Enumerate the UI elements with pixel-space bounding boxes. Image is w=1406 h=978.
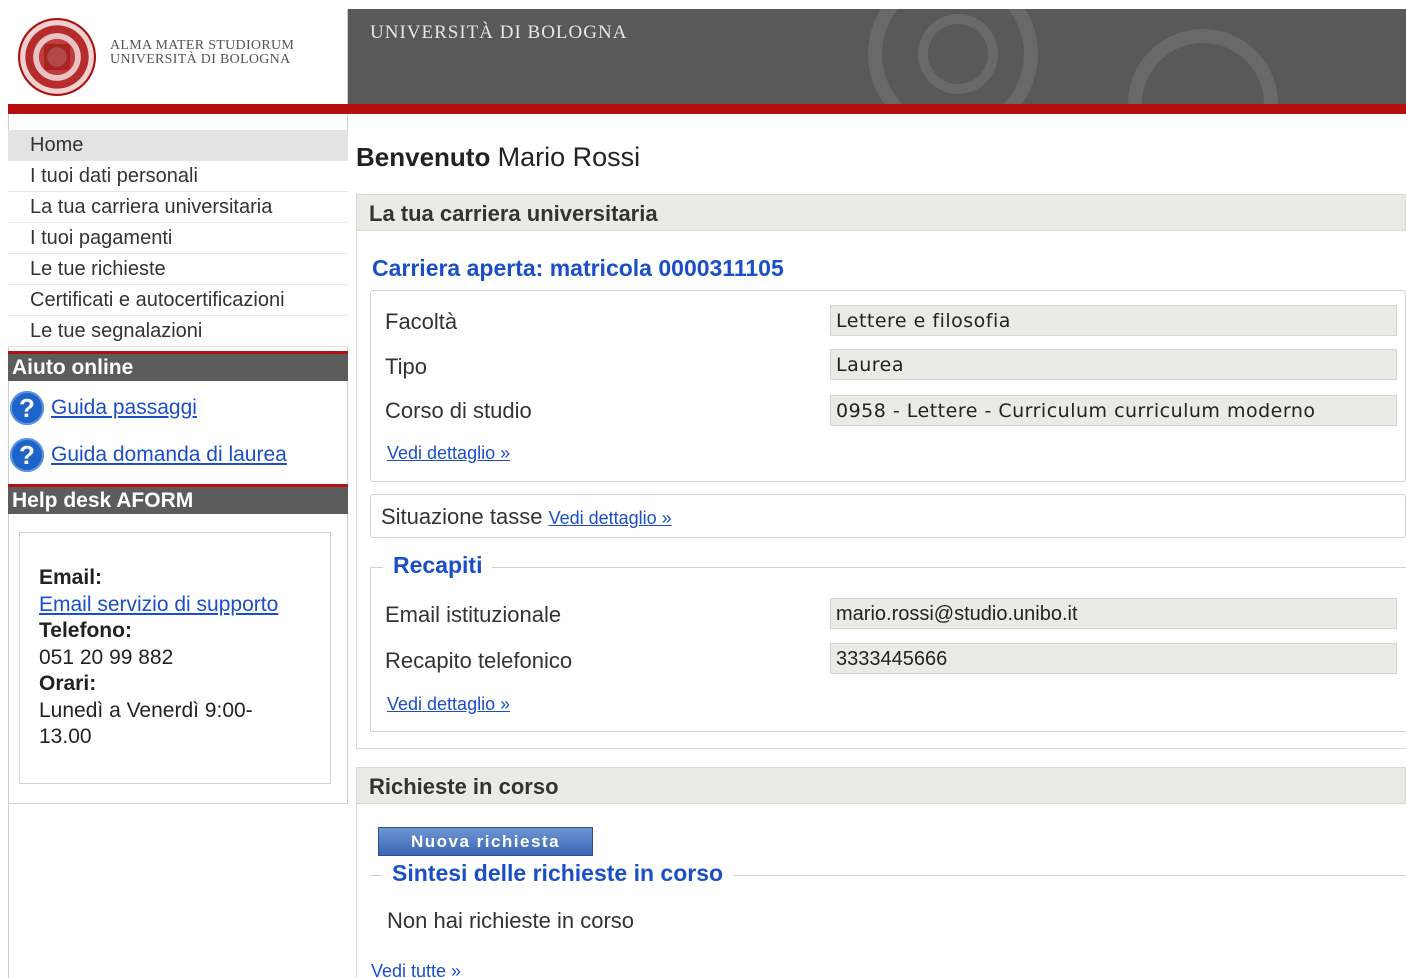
institutional-email-value: mario.rossi@studio.unibo.it — [830, 598, 1397, 629]
course-value: 0958 - Lettere - Curriculum curriculum m… — [830, 395, 1397, 426]
see-all-requests-link[interactable]: Vedi tutte » — [371, 961, 461, 978]
requests-panel-heading: Richieste in corso — [356, 767, 1406, 804]
taxes-box: Situazione tasse Vedi dettaglio » — [370, 494, 1406, 538]
sidebar-item-payments[interactable]: I tuoi pagamenti — [8, 223, 348, 254]
help-question-icon: ? — [10, 438, 44, 472]
banner-title: UNIVERSITÀ DI BOLOGNA — [370, 22, 628, 43]
help-question-icon: ? — [10, 391, 44, 425]
university-seal-icon — [18, 18, 96, 96]
institutional-email-label: Email istituzionale — [385, 602, 562, 627]
career-detail-link[interactable]: Vedi dettaglio » — [387, 443, 510, 464]
help-link-passages[interactable]: ? Guida passaggi — [10, 391, 197, 425]
type-value: Laurea — [830, 349, 1397, 380]
sidebar-nav: Home I tuoi dati personali La tua carrie… — [8, 130, 348, 347]
contacts-detail-link[interactable]: Vedi dettaglio » — [387, 694, 510, 715]
sidebar-item-reports[interactable]: Le tue segnalazioni — [8, 316, 348, 347]
university-logo[interactable]: ALMA MATER STUDIORUM UNIVERSITÀ DI BOLOG… — [8, 9, 348, 104]
help-link-label[interactable]: Guida domanda di laurea — [51, 443, 287, 467]
header-banner: UNIVERSITÀ DI BOLOGNA — [348, 9, 1406, 104]
career-title: Carriera aperta: matricola 0000311105 — [372, 255, 784, 281]
faculty-label: Facoltà — [385, 309, 458, 334]
phone-contact-value: 3333445666 — [830, 643, 1397, 674]
welcome-message: Benvenuto Mario Rossi — [356, 142, 640, 173]
sidebar-item-home[interactable]: Home — [8, 130, 348, 161]
logo-line-2: UNIVERSITÀ DI BOLOGNA — [110, 52, 291, 67]
help-link-label[interactable]: Guida passaggi — [51, 396, 197, 420]
contacts-fieldset: Recapiti Email istituzionale mario.rossi… — [370, 552, 1406, 732]
gear-decoration-icon — [1128, 29, 1278, 104]
help-link-graduation[interactable]: ? Guida domanda di laurea — [10, 438, 287, 472]
logo-line-1: ALMA MATER STUDIORUM — [110, 38, 295, 53]
gear-decoration-icon — [918, 14, 998, 94]
sidebar-item-career[interactable]: La tua carriera universitaria — [8, 192, 348, 223]
hours-label: Orari: — [39, 672, 97, 695]
office-hours: Lunedì a Venerdì 9:00-13.00 — [39, 698, 253, 749]
course-label: Corso di studio — [385, 398, 532, 423]
faculty-value: Lettere e filosofia — [830, 305, 1397, 336]
support-email-link[interactable]: Email servizio di supporto — [39, 593, 278, 616]
sidebar: Home I tuoi dati personali La tua carrie… — [8, 114, 348, 804]
user-name: Mario Rossi — [497, 142, 641, 172]
phone-label: Telefono: — [39, 619, 132, 642]
helpdesk-heading: Help desk AFORM — [8, 484, 348, 514]
requests-fieldset: Sintesi delle richieste in corso Non hai… — [370, 860, 1406, 955]
main-content: Benvenuto Mario Rossi La tua carriera un… — [356, 114, 1406, 978]
contacts-legend: Recapiti — [383, 552, 493, 579]
header-red-bar — [8, 104, 1406, 114]
help-online-heading: Aiuto online — [8, 351, 348, 381]
type-label: Tipo — [385, 354, 427, 379]
career-panel-heading: La tua carriera universitaria — [356, 194, 1406, 231]
taxes-detail-link[interactable]: Vedi dettaglio » — [549, 508, 672, 528]
sidebar-item-requests[interactable]: Le tue richieste — [8, 254, 348, 285]
welcome-prefix: Benvenuto — [356, 142, 491, 172]
logo-text: ALMA MATER STUDIORUM UNIVERSITÀ DI BOLOG… — [110, 39, 294, 67]
new-request-button[interactable]: Nuova richiesta — [378, 827, 593, 856]
helpdesk-contact-box: Email: Email servizio di supporto Telefo… — [19, 532, 331, 784]
sidebar-item-certificates[interactable]: Certificati e autocertificazioni — [8, 285, 348, 316]
no-requests-text: Non hai richieste in corso — [387, 908, 635, 933]
phone-contact-label: Recapito telefonico — [385, 648, 573, 673]
taxes-label: Situazione tasse — [381, 504, 543, 529]
career-details-box: Facoltà Lettere e filosofia Tipo Laurea … — [370, 290, 1406, 482]
phone-number: 051 20 99 882 — [39, 645, 174, 669]
requests-legend: Sintesi delle richieste in corso — [382, 860, 734, 887]
sidebar-item-personal-data[interactable]: I tuoi dati personali — [8, 161, 348, 192]
email-label: Email: — [39, 566, 103, 589]
